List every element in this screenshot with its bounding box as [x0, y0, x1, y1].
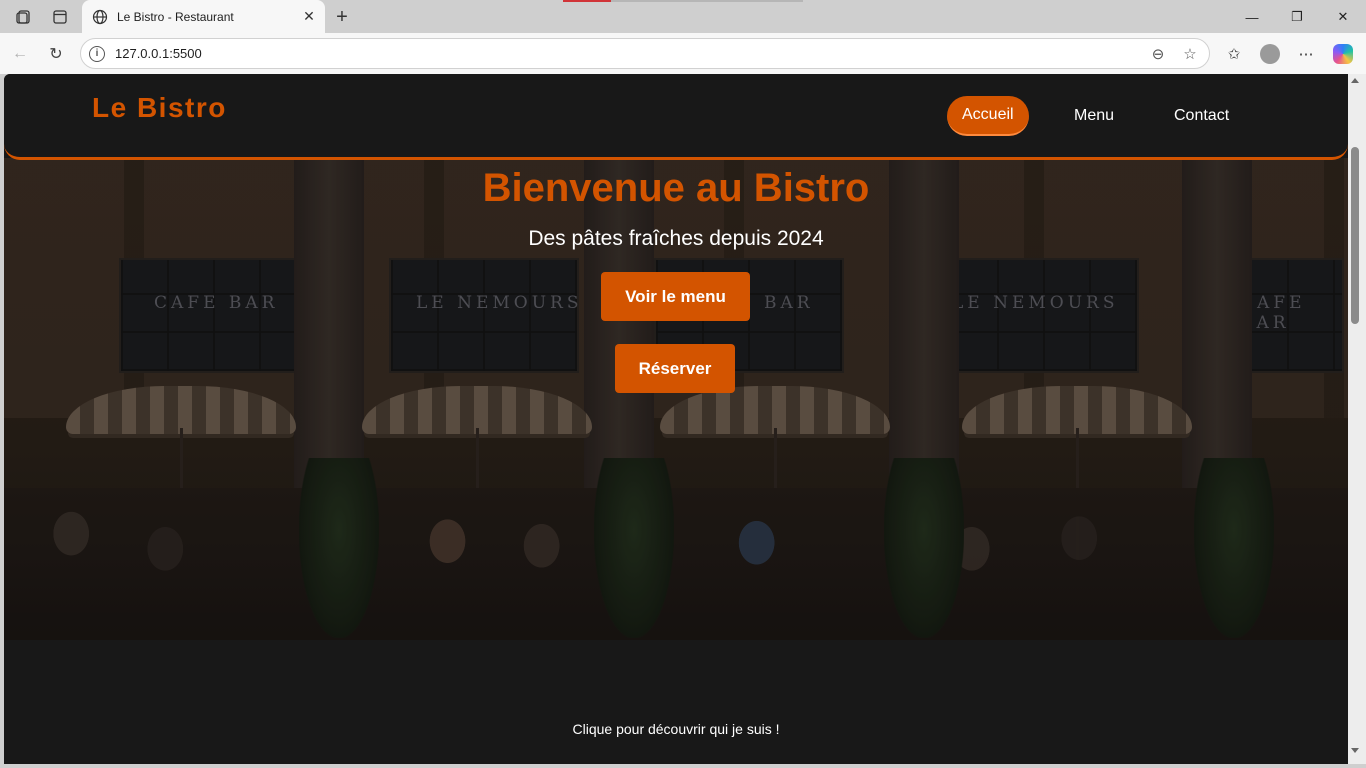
tab-title: Le Bistro - Restaurant	[117, 9, 234, 24]
browser-tab-strip: Le Bistro - Restaurant ✕ + — ❐ ✕	[0, 0, 1366, 33]
scroll-up-arrow-icon[interactable]	[1351, 78, 1359, 83]
close-window-button[interactable]: ✕	[1330, 4, 1356, 30]
address-bar[interactable]: i 127.0.0.1:5500 ⊖ ☆	[80, 38, 1210, 69]
view-menu-button[interactable]: Voir le menu	[601, 272, 750, 321]
brand-logo[interactable]: Le Bistro	[92, 92, 227, 124]
more-options-icon[interactable]: ⋯	[1293, 41, 1319, 67]
site-info-icon[interactable]: i	[89, 45, 105, 62]
refresh-icon[interactable]: ↻	[43, 41, 69, 67]
nav-accueil[interactable]: Accueil	[947, 96, 1029, 136]
active-tab[interactable]: Le Bistro - Restaurant ✕	[82, 0, 325, 33]
favorite-star-icon[interactable]: ☆	[1177, 41, 1203, 67]
url-text[interactable]: 127.0.0.1:5500	[115, 46, 1145, 61]
hero-title: Bienvenue au Bistro	[482, 166, 870, 210]
maximize-button[interactable]: ❐	[1284, 4, 1310, 30]
new-tab-button[interactable]: +	[330, 5, 354, 29]
back-arrow-icon[interactable]: ←	[7, 41, 33, 67]
about-me-link[interactable]: Clique pour découvrir qui je suis !	[4, 721, 1348, 737]
zoom-icon[interactable]: ⊖	[1145, 41, 1171, 67]
site-header: Le Bistro Accueil Menu Contact	[4, 74, 1348, 160]
favorites-icon[interactable]: ✩	[1221, 41, 1247, 67]
nav-menu[interactable]: Menu	[1059, 96, 1129, 136]
browser-toolbar: ← ↻ i 127.0.0.1:5500 ⊖ ☆ ✩ ⋯	[0, 33, 1366, 74]
vertical-tabs-icon[interactable]	[49, 6, 71, 28]
tab-strip-divider	[611, 0, 803, 2]
page-viewport: CAFE BAR LE NEMOURS BAR LE NEMOURS CAFE …	[4, 74, 1348, 764]
profile-avatar[interactable]	[1257, 41, 1283, 67]
reserve-button[interactable]: Réserver	[615, 344, 735, 393]
tab-strip-indicator	[563, 0, 611, 2]
minimize-button[interactable]: —	[1239, 4, 1265, 30]
globe-icon	[92, 9, 108, 24]
copilot-icon[interactable]	[1330, 41, 1356, 67]
workspaces-icon[interactable]	[13, 6, 35, 28]
tab-close-icon[interactable]: ✕	[297, 5, 321, 29]
hero-subtitle: Des pâtes fraîches depuis 2024	[528, 227, 824, 250]
nav-contact[interactable]: Contact	[1159, 96, 1244, 136]
scroll-down-arrow-icon[interactable]	[1351, 748, 1359, 753]
scrollbar-thumb[interactable]	[1351, 147, 1359, 324]
